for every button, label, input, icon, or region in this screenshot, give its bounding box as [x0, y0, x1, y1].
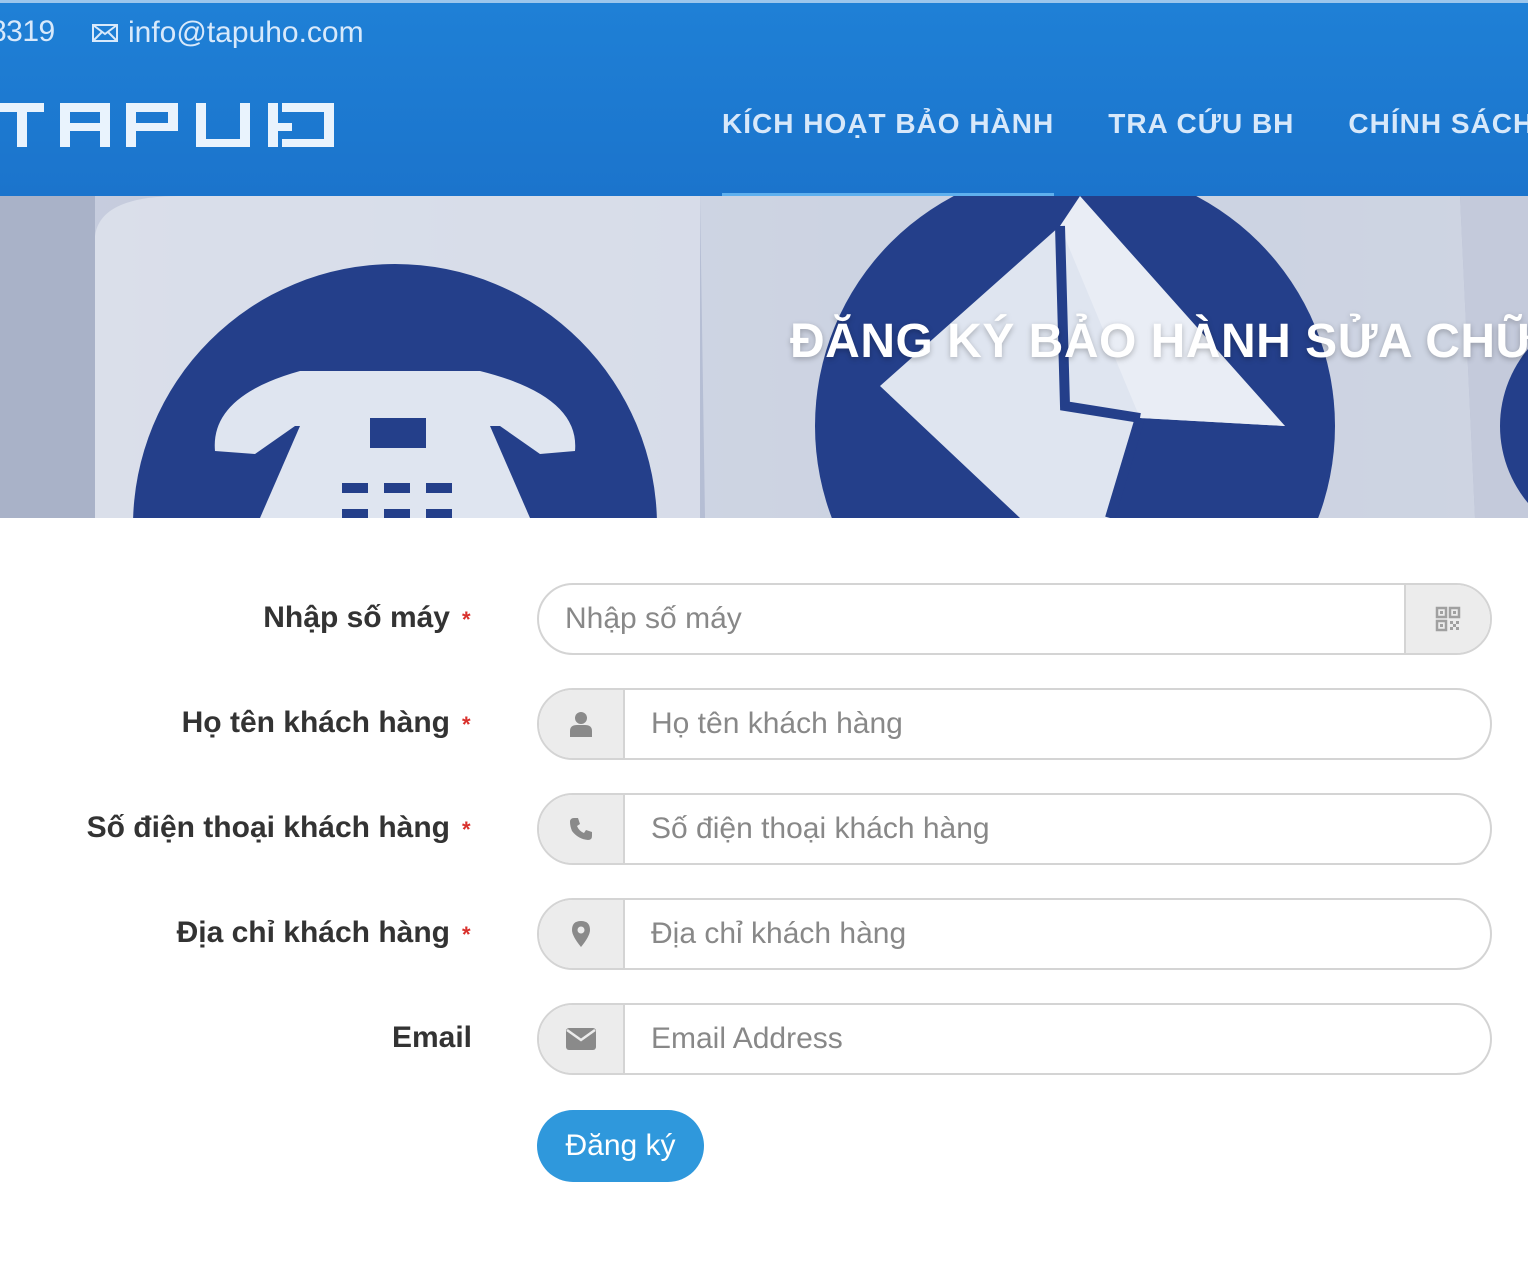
qr-scan-button[interactable]	[1404, 585, 1490, 653]
hero-banner: ĐĂNG KÝ BẢO HÀNH SỬA CHỮA	[0, 196, 1528, 518]
warranty-registration-form: Nhập số máy * Nhập số máy Họ tên khách h…	[0, 518, 1528, 1281]
required-mark: *	[462, 922, 471, 947]
address-label: Địa chỉ khách hàng	[176, 916, 450, 949]
nav-item-chinh-sach[interactable]: CHÍNH SÁCH	[1348, 108, 1528, 140]
address-addon	[539, 900, 625, 968]
form-row-address: Địa chỉ khách hàng *	[0, 898, 1528, 972]
main-nav: KÍCH HOẠT BẢO HÀNH TRA CỨU BH CHÍNH SÁCH	[722, 108, 1528, 197]
form-row-serial: Nhập số máy *	[0, 583, 1528, 657]
email-input-group	[537, 1003, 1492, 1075]
serial-input-group	[537, 583, 1492, 655]
name-addon	[539, 690, 625, 758]
email-label: Email	[391, 1021, 472, 1054]
tapuho-logo[interactable]	[0, 103, 340, 151]
email-addon	[539, 1005, 625, 1073]
customer-email-input[interactable]	[625, 1005, 1490, 1073]
required-mark: *	[462, 607, 471, 632]
email-link[interactable]: info@tapuho.com	[128, 16, 364, 50]
phone-icon	[570, 818, 592, 840]
register-button[interactable]: Đăng ký	[537, 1110, 704, 1182]
site-header: 8319 info@tapuho.com	[0, 0, 1528, 197]
name-input-group	[537, 688, 1492, 760]
map-marker-icon	[572, 921, 590, 947]
phone-label: Số điện thoại khách hàng	[86, 811, 450, 844]
customer-phone-input[interactable]	[625, 795, 1490, 863]
envelope-icon	[566, 1028, 596, 1050]
form-row-email: Email	[0, 1003, 1528, 1077]
form-row-name: Họ tên khách hàng *	[0, 688, 1528, 762]
nav-item-kich-hoat-bao-hanh[interactable]: KÍCH HOẠT BẢO HÀNH	[722, 108, 1055, 197]
nav-item-tra-cuu-bh[interactable]: TRA CỨU BH	[1108, 108, 1294, 140]
qr-code-icon	[1435, 606, 1461, 632]
address-input-group	[537, 898, 1492, 970]
serial-input[interactable]	[539, 585, 1404, 653]
required-mark: *	[462, 712, 471, 737]
hero-title: ĐĂNG KÝ BẢO HÀNH SỬA CHỮA	[790, 315, 1528, 368]
form-row-phone: Số điện thoại khách hàng *	[0, 793, 1528, 867]
phone-addon	[539, 795, 625, 863]
email-contact[interactable]: info@tapuho.com	[92, 15, 364, 51]
customer-address-input[interactable]	[625, 900, 1490, 968]
envelope-icon	[92, 24, 118, 42]
serial-label: Nhập số máy	[263, 601, 450, 634]
phone-number[interactable]: 8319	[0, 15, 55, 49]
phone-input-group	[537, 793, 1492, 865]
name-label: Họ tên khách hàng	[181, 706, 450, 739]
top-contact-bar: 8319 info@tapuho.com	[0, 3, 1528, 65]
customer-name-input[interactable]	[625, 690, 1490, 758]
required-mark: *	[462, 817, 471, 842]
user-icon	[570, 712, 592, 737]
